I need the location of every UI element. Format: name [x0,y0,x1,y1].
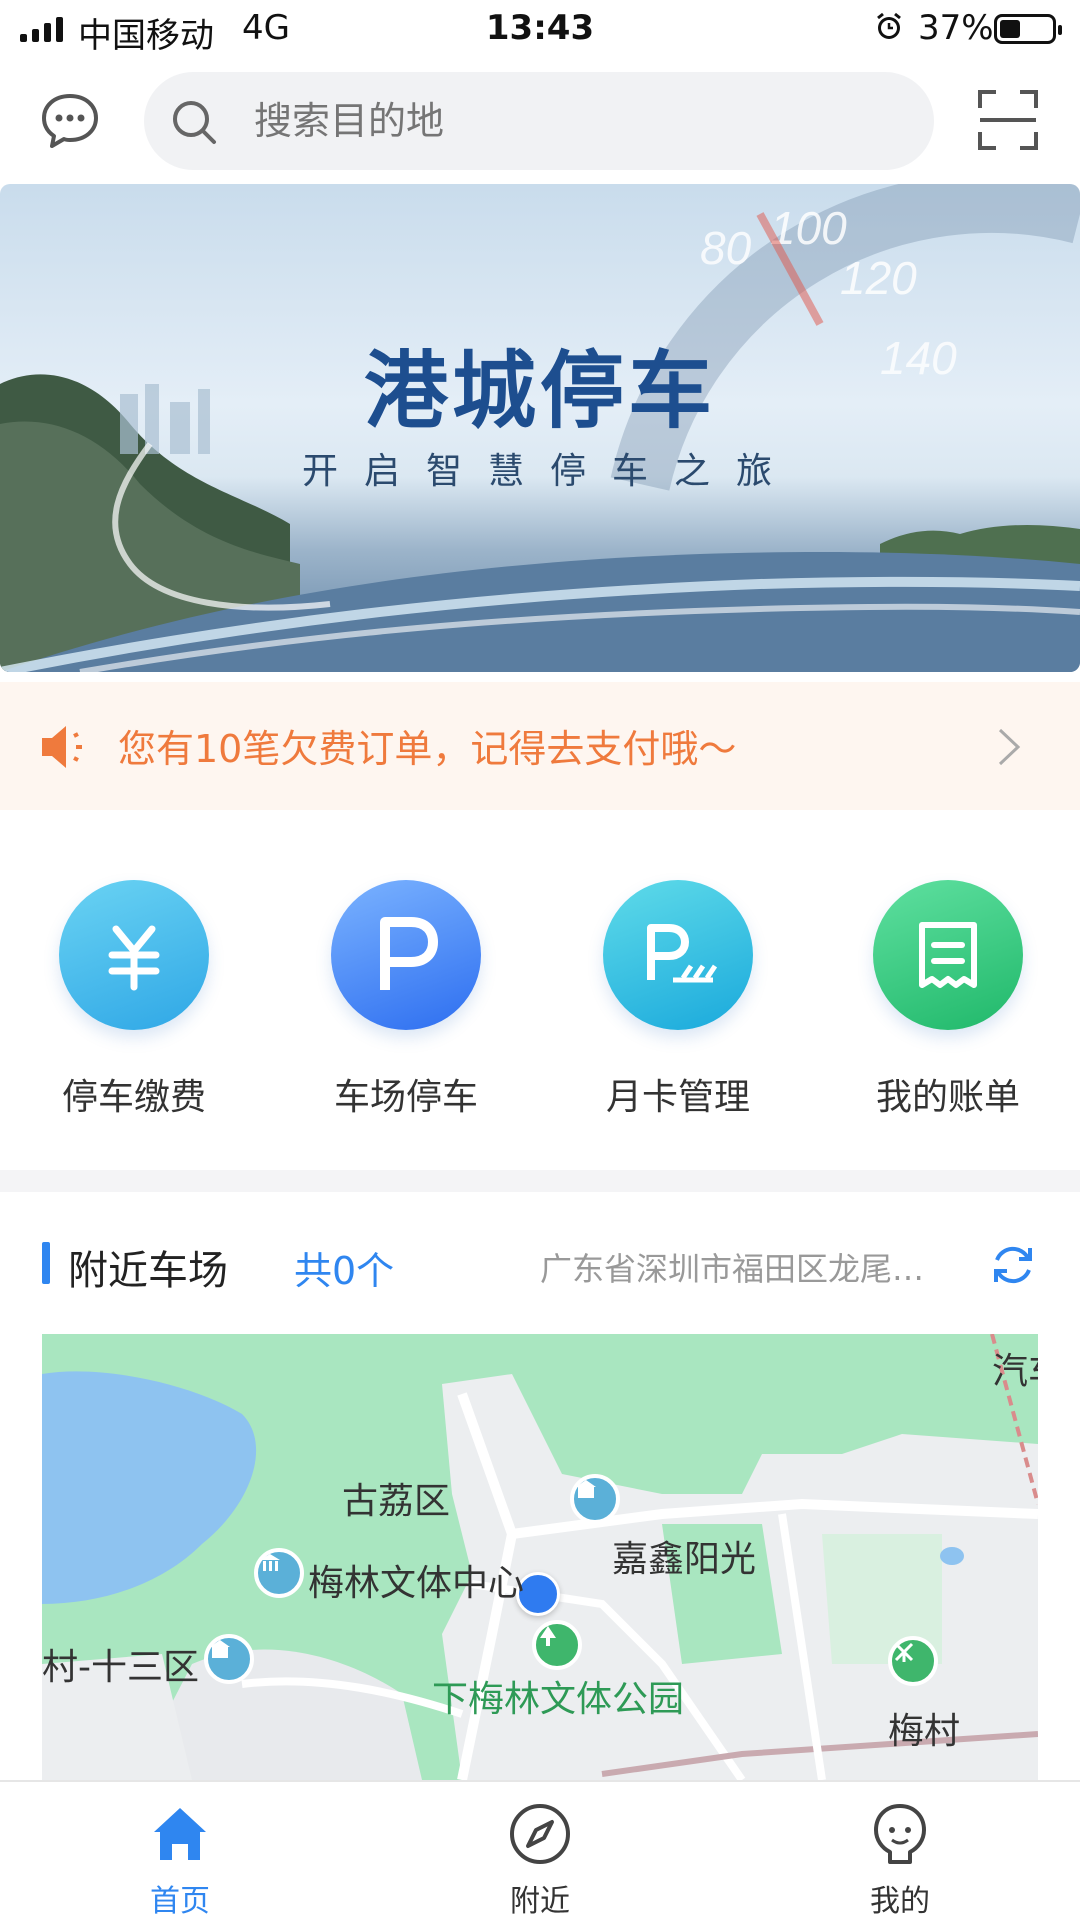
section-marker [42,1242,50,1284]
bottom-tab-bar: 首页 附近 我的 [0,1780,1080,1920]
action-lot-parking[interactable]: 车场停车 [296,880,516,1120]
tab-profile[interactable]: 我的 [800,1794,1000,1919]
tab-nearby[interactable]: 附近 [440,1794,640,1919]
speaker-icon [42,726,82,768]
nearby-lots-header: 附近车场 共0个 广东省深圳市福田区龙尾… [0,1200,1080,1300]
poi-building-icon[interactable] [254,1548,304,1598]
search-bar[interactable] [144,72,934,170]
tab-label: 首页 [150,1884,210,1919]
chevron-right-icon [998,728,1021,766]
poi-building-icon[interactable] [570,1474,620,1524]
map-label: 下梅林文体公园 [432,1679,685,1720]
action-label: 我的账单 [875,1077,1020,1118]
banner-subtitle: 开启智慧停车之旅 [301,451,798,492]
action-my-bills[interactable]: 我的账单 [838,880,1058,1120]
battery-icon [994,14,1062,44]
parking-card-icon [603,880,753,1030]
map-label: 村-十三区 [42,1647,199,1688]
quick-actions: 停车缴费 车场停车 月卡管理 我的账单 [0,880,1080,1140]
profile-icon [874,1804,926,1864]
map-label: 梅村 [888,1711,961,1752]
tab-label: 附近 [510,1884,570,1919]
action-parking-payment[interactable]: 停车缴费 [24,880,244,1120]
poi-building-icon[interactable] [204,1634,254,1684]
tab-label: 我的 [870,1884,930,1919]
tab-home[interactable]: 首页 [80,1794,280,1919]
nearby-map[interactable]: 汽车 古荔区 嘉鑫阳光 梅林文体中心 村-十三区 下梅林文体公园 梅村 [42,1334,1038,1780]
search-header [0,68,1080,172]
svg-text:80: 80 [700,222,752,274]
map-label: 汽车 [992,1351,1038,1392]
map-label: 嘉鑫阳光 [612,1539,757,1580]
status-bar: 中国移动 4G 13:43 37% [0,0,1080,60]
parking-icon [331,880,481,1030]
battery-percent: 37% [918,8,994,48]
banner-title: 港城停车 [363,342,716,440]
section-divider [0,1170,1080,1192]
action-label: 月卡管理 [605,1077,750,1118]
chat-bubble-icon[interactable] [40,92,100,150]
bill-icon [873,880,1023,1030]
current-address[interactable]: 广东省深圳市福田区龙尾… [540,1244,970,1290]
svg-text:120: 120 [840,252,917,304]
scan-frame-icon[interactable] [978,90,1038,150]
action-label: 停车缴费 [61,1077,206,1118]
action-monthly-card[interactable]: 月卡管理 [568,880,788,1120]
poi-metro-icon[interactable] [888,1636,938,1686]
search-input[interactable] [254,72,894,170]
alarm-icon [877,12,901,39]
home-icon [154,1808,206,1860]
nearby-title: 附近车场 [68,1248,228,1294]
promo-banner[interactable]: 80 100 120 140 港城停车 开启智慧停车之旅 [0,184,1080,672]
poi-park-icon[interactable] [532,1620,582,1670]
action-label: 车场停车 [333,1077,478,1118]
map-label: 梅林文体中心 [308,1563,525,1604]
yuan-icon [59,880,209,1030]
map-label: 古荔区 [342,1481,451,1522]
compass-icon [510,1804,570,1864]
notice-text: 您有10笔欠费订单，记得去支付哦～ [118,727,737,771]
arrears-notice[interactable]: 您有10笔欠费订单，记得去支付哦～ [0,682,1080,810]
refresh-icon[interactable] [990,1242,1036,1288]
nearby-count: 共0个 [294,1249,395,1293]
search-icon [173,101,216,144]
